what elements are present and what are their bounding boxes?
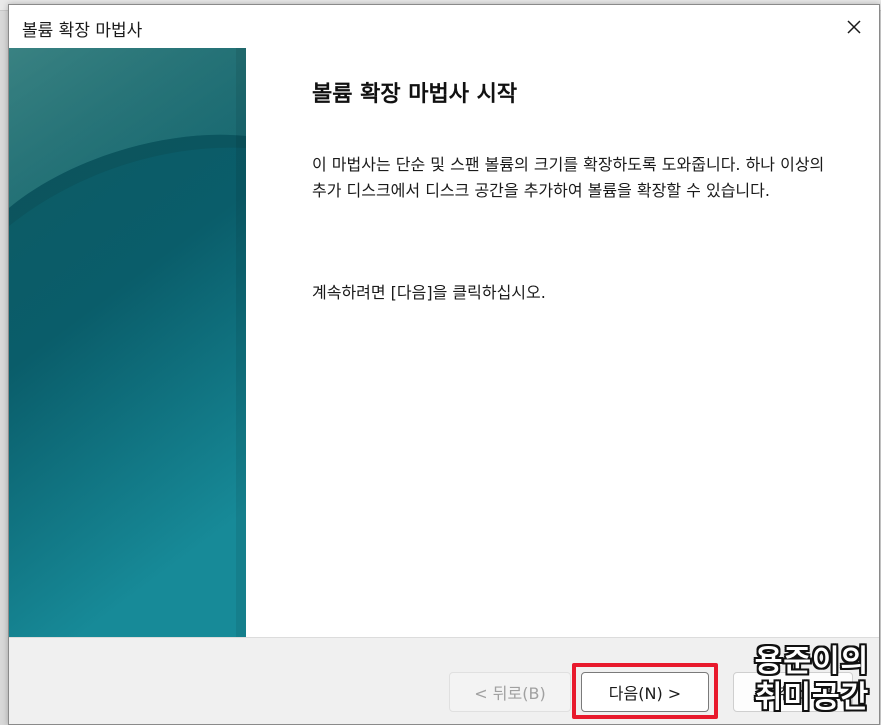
wizard-content: 볼륨 확장 마법사 시작 이 마법사는 단순 및 스팬 볼륨의 크기를 확장하도…: [246, 48, 879, 637]
next-button-highlight: [572, 663, 718, 719]
close-button[interactable]: [837, 10, 871, 44]
window-title: 볼륨 확장 마법사: [22, 21, 143, 41]
extend-volume-wizard-window: 볼륨 확장 마법사 볼륨 확장 마법사 시작 이 마법사는 단순 및 스팬 볼륨…: [8, 4, 880, 725]
watermark-line2: 취미공간: [754, 680, 870, 715]
watermark: 용준이의 취미공간: [747, 644, 877, 716]
back-button[interactable]: < 뒤로(B): [449, 672, 571, 712]
page-heading: 볼륨 확장 마법사 시작: [312, 82, 518, 107]
close-icon: [847, 20, 861, 34]
title-bar: 볼륨 확장 마법사: [9, 5, 879, 48]
instruction-text: 계속하려면 [다음]을 클릭하십시오.: [312, 283, 546, 302]
wizard-banner-image: [9, 48, 246, 637]
wizard-footer: < 뒤로(B) 다음(N) > 취소 용준이의 취미공간: [9, 637, 879, 724]
watermark-line1: 용준이의: [754, 644, 870, 679]
description-text: 이 마법사는 단순 및 스팬 볼륨의 크기를 확장하도록 도와줍니다. 하나 이…: [312, 155, 825, 200]
